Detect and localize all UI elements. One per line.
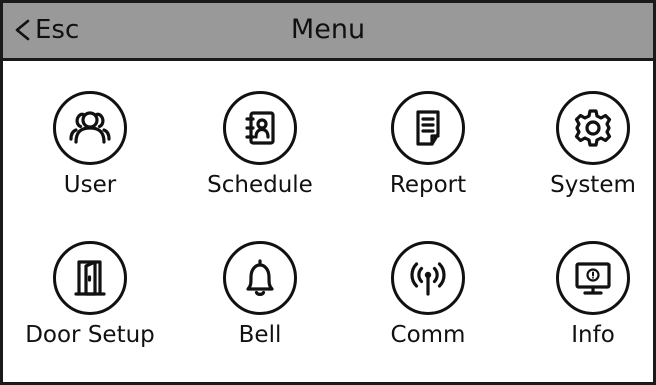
menu-item-label: System [550,172,636,198]
contact-book-icon [245,111,275,145]
device-screen: Esc Menu User Schedule Report System Doo… [0,0,656,385]
door-icon [74,260,106,296]
page-title: Menu [290,14,366,45]
menu-item-icon-circle [556,91,630,165]
antenna-icon [410,262,446,296]
chevron-left-icon [15,19,30,41]
menu-item-door-setup[interactable]: Door Setup [10,241,170,381]
esc-back-button[interactable]: Esc [11,9,79,51]
menu-item-label: Info [571,322,615,348]
menu-item-comm[interactable]: Comm [348,241,508,381]
menu-item-icon-circle [53,91,127,165]
document-icon [416,110,440,146]
monitor-info-icon [575,262,611,295]
menu-item-label: Bell [238,322,282,348]
title-bar: Esc Menu [3,3,653,61]
gear-icon [574,109,612,147]
menu-item-icon-circle [391,91,465,165]
menu-item-report[interactable]: Report [348,91,508,231]
menu-item-icon-circle [223,241,297,315]
menu-item-icon-circle [556,241,630,315]
menu-item-bell[interactable]: Bell [180,241,340,381]
bell-icon [246,259,274,296]
menu-item-label: User [63,172,117,198]
menu-item-schedule[interactable]: Schedule [180,91,340,231]
menu-item-user[interactable]: User [10,91,170,231]
esc-label: Esc [35,15,80,45]
menu-item-info[interactable]: Info [513,241,653,381]
menu-item-system[interactable]: System [513,91,653,231]
menu-item-icon-circle [223,91,297,165]
menu-item-label: Report [389,172,467,198]
menu-item-label: Door Setup [25,322,155,348]
menu-item-icon-circle [53,241,127,315]
menu-item-label: Comm [390,322,466,348]
users-icon [69,111,111,144]
menu-item-icon-circle [391,241,465,315]
menu-item-label: Schedule [207,172,313,198]
